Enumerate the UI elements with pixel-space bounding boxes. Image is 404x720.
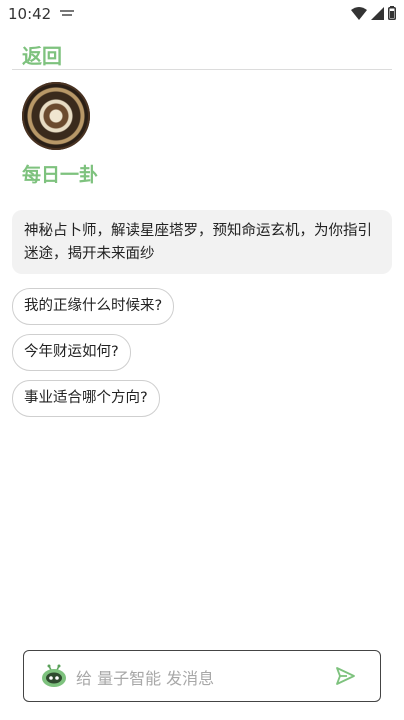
suggestion-list: 我的正缘什么时候来? 今年财运如何? 事业适合哪个方向?	[12, 288, 175, 426]
suggestion-chip[interactable]: 事业适合哪个方向?	[12, 380, 160, 417]
suggestion-chip[interactable]: 今年财运如何?	[12, 334, 131, 371]
suggestion-chip[interactable]: 我的正缘什么时候来?	[12, 288, 175, 325]
bot-avatar	[22, 82, 90, 150]
message-input-placeholder[interactable]: 给 量子智能 发消息	[76, 665, 214, 689]
intro-message: 神秘占卜师，解读星座塔罗，预知命运玄机，为你指引迷途，揭开未来面纱	[12, 210, 392, 274]
status-bar: 10:42	[0, 0, 404, 28]
robot-icon	[42, 664, 66, 687]
status-time: 10:42	[8, 5, 52, 23]
send-icon[interactable]	[334, 665, 356, 687]
bot-name: 每日一卦	[22, 164, 99, 186]
wifi-icon	[351, 6, 367, 20]
notification-icon	[60, 10, 74, 16]
battery-icon	[388, 6, 396, 20]
message-input-bar[interactable]: 给 量子智能 发消息	[23, 650, 381, 702]
back-button[interactable]: 返回	[22, 40, 62, 69]
header-divider	[12, 69, 392, 70]
signal-icon	[371, 6, 384, 20]
